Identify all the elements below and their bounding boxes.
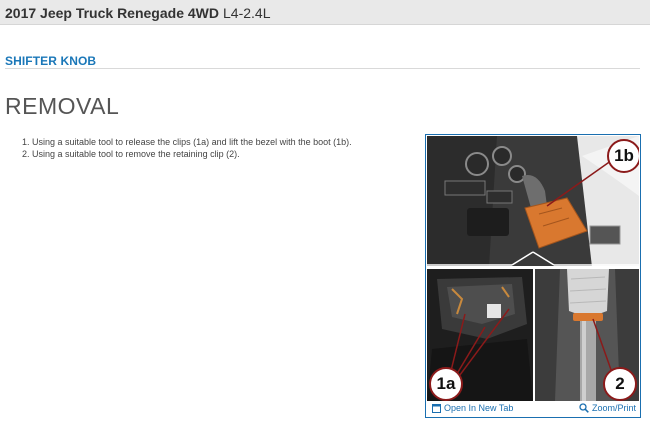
procedure-heading: REMOVAL (5, 93, 120, 119)
section-title: SHIFTER KNOB (5, 54, 97, 68)
section-divider (5, 68, 640, 69)
vehicle-name: 2017 Jeep Truck Renegade 4WD (5, 5, 219, 21)
step-item: Using a suitable tool to remove the reta… (32, 148, 352, 160)
magnifier-icon (579, 403, 589, 413)
retaining-clip-photo: 2 (535, 269, 639, 401)
zoom-print-link[interactable]: Zoom/Print (579, 403, 636, 413)
open-in-new-tab-label: Open In New Tab (444, 403, 514, 413)
callout-2: 2 (603, 367, 637, 401)
procedure-figure[interactable]: 1b 1a 2 Open In New Tab Zoom/Print (425, 134, 641, 418)
vehicle-header: 2017 Jeep Truck Renegade 4WD L4-2.4L (0, 0, 650, 25)
open-in-new-tab-link[interactable]: Open In New Tab (432, 403, 513, 413)
step-item: Using a suitable tool to release the cli… (32, 136, 352, 148)
zoom-print-label: Zoom/Print (591, 403, 636, 413)
clips-photo: 1a (427, 269, 533, 401)
procedure-steps: Using a suitable tool to release the cli… (22, 136, 352, 160)
console-photo: 1b (427, 136, 639, 267)
engine-spec: L4-2.4L (223, 5, 271, 21)
callout-1a: 1a (429, 367, 463, 401)
figure-footer: Open In New Tab Zoom/Print (426, 400, 640, 417)
open-in-new-tab-icon (432, 403, 441, 413)
callout-1b: 1b (607, 139, 639, 173)
